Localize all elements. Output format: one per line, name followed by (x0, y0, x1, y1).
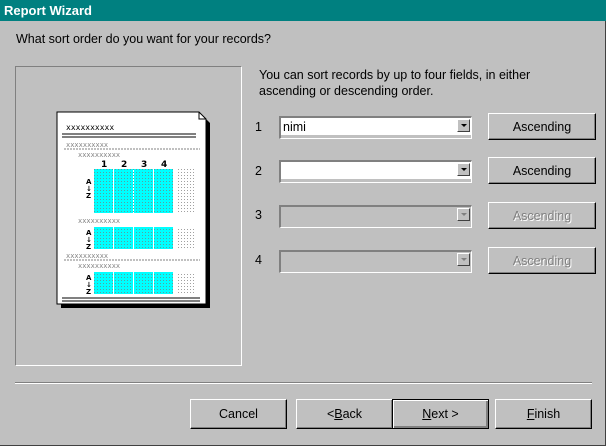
back-button[interactable]: < Back (296, 399, 393, 429)
chevron-down-icon (457, 208, 470, 221)
svg-text:xxxxxxxxxx: xxxxxxxxxx (66, 252, 108, 260)
preview-column-number: 1 (101, 160, 107, 170)
svg-text:xxxxxxxxxx: xxxxxxxxxx (78, 217, 120, 225)
sort-level-number: 3 (255, 208, 262, 222)
sort-order-2-button[interactable]: Ascending (488, 157, 596, 184)
svg-text:Z: Z (86, 243, 91, 251)
preview-block-2: A ↓ Z (86, 227, 194, 251)
sort-order-4-button: Ascending (488, 247, 596, 274)
sort-field-1-combo[interactable]: nimi (279, 116, 472, 139)
sort-field-2-combo[interactable] (279, 160, 472, 183)
svg-text:xxxxxxxxxx: xxxxxxxxxx (78, 262, 120, 270)
sort-description: You can sort records by up to four field… (259, 68, 531, 98)
svg-text:xxxxxxxxxx: xxxxxxxxxx (78, 151, 120, 159)
svg-text:Z: Z (86, 288, 91, 296)
footer-divider (15, 382, 592, 384)
sort-level-number: 2 (255, 164, 262, 178)
svg-text:Z: Z (86, 192, 91, 200)
next-button[interactable]: Next > (392, 399, 489, 429)
chevron-down-icon[interactable] (457, 119, 470, 132)
sort-question: What sort order do you want for your rec… (16, 32, 271, 46)
sort-field-1-value: nimi (283, 120, 306, 134)
chevron-down-icon (457, 253, 470, 266)
sort-order-3-button: Ascending (488, 202, 596, 229)
preview-header-text: xxxxxxxxxx (66, 123, 114, 132)
svg-text:xxxxxxxxxx: xxxxxxxxxx (66, 141, 108, 149)
cancel-button[interactable]: Cancel (190, 399, 287, 429)
sort-level-number: 1 (255, 120, 262, 134)
sort-level-number: 4 (255, 253, 262, 267)
sort-order-1-button[interactable]: Ascending (488, 113, 596, 140)
preview-column-number: 2 (121, 160, 127, 170)
finish-button[interactable]: Finish (495, 399, 592, 429)
report-preview-illustration: xxxxxxxxxx xxxxxxxxxx xxxxxxxxxx 1 2 3 4… (56, 111, 210, 308)
preview-column-number: 4 (161, 160, 167, 170)
sort-field-3-combo (279, 205, 472, 228)
preview-block-1: A ↓ Z (86, 169, 194, 213)
report-preview-panel: xxxxxxxxxx xxxxxxxxxx xxxxxxxxxx 1 2 3 4… (15, 66, 242, 366)
preview-block-3: A ↓ Z (86, 272, 194, 296)
chevron-down-icon[interactable] (457, 163, 470, 176)
window-title: Report Wizard (0, 0, 606, 21)
preview-column-number: 3 (141, 160, 147, 170)
sort-field-4-combo (279, 250, 472, 273)
